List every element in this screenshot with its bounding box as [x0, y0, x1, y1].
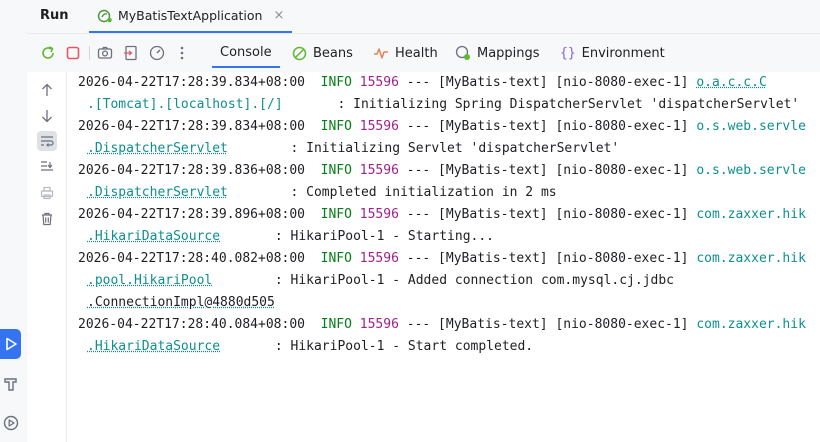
- tab-beans[interactable]: Beans: [284, 38, 361, 68]
- logger-link[interactable]: com.zaxxer.hik: [696, 251, 806, 266]
- logger-link[interactable]: com.zaxxer.hik: [696, 207, 806, 222]
- logger-link[interactable]: .DispatcherServlet: [87, 141, 228, 156]
- tab-health-label: Health: [395, 45, 438, 61]
- log-line-continuation: .[Tomcat].[localhost].[/] : Initializing…: [87, 97, 800, 112]
- camera-icon: [97, 46, 113, 59]
- build-tool-button[interactable]: [0, 369, 21, 399]
- scroll-end-icon: [41, 161, 53, 171]
- rerun-icon: [42, 46, 54, 59]
- tool-window-strip: [0, 0, 28, 442]
- log-line-continuation: .DispatcherServlet : Completed initializ…: [87, 185, 557, 200]
- tab-environment[interactable]: {} Environment: [552, 38, 673, 68]
- services-tool-button[interactable]: [0, 408, 21, 438]
- logger-link[interactable]: .HikariDataSource: [87, 229, 220, 244]
- logger-link[interactable]: com.zaxxer.hik: [696, 317, 806, 332]
- log-line: 2026-04-22T17:28:40.084+08:00 INFO 15596…: [78, 317, 806, 332]
- hammer-icon: [3, 378, 17, 391]
- class-link[interactable]: .ConnectionImpl@4880d505: [87, 295, 275, 310]
- exit-button[interactable]: [122, 44, 140, 62]
- arrow-up-icon: [42, 83, 52, 96]
- run-config-tab[interactable]: MyBatisTextApplication ×: [89, 0, 293, 33]
- more-options-button[interactable]: [173, 44, 191, 62]
- screenshot-button[interactable]: [96, 44, 114, 62]
- scroll-down-button[interactable]: [37, 106, 57, 126]
- arrow-down-icon: [42, 110, 52, 123]
- log-line-continuation: .ConnectionImpl@4880d505: [87, 292, 275, 314]
- beans-icon: [292, 46, 307, 60]
- print-icon: [40, 186, 54, 200]
- logger-link[interactable]: o.s.web.servle: [696, 119, 806, 134]
- log-line-continuation: .HikariDataSource : HikariPool-1 - Start…: [87, 339, 534, 354]
- tab-mappings-label: Mappings: [477, 45, 540, 61]
- soft-wrap-icon: [41, 136, 54, 147]
- log-line: 2026-04-22T17:28:39.834+08:00 INFO 15596…: [78, 75, 767, 90]
- log-line: 2026-04-22T17:28:39.836+08:00 INFO 15596…: [78, 163, 806, 178]
- tab-console-label: Console: [220, 44, 272, 60]
- tab-health[interactable]: Health: [365, 38, 446, 68]
- scroll-to-end-button[interactable]: [37, 157, 57, 177]
- stop-button[interactable]: [64, 44, 82, 62]
- tab-beans-label: Beans: [313, 45, 353, 61]
- health-icon: [374, 48, 388, 59]
- logger-link[interactable]: .pool.HikariPool: [87, 273, 212, 288]
- stop-icon: [66, 46, 80, 60]
- log-line: 2026-04-22T17:28:40.082+08:00 INFO 15596…: [78, 251, 806, 266]
- profiler-button[interactable]: [148, 44, 166, 62]
- close-tab-icon[interactable]: ×: [273, 8, 284, 23]
- log-line: 2026-04-22T17:28:39.896+08:00 INFO 15596…: [78, 207, 806, 222]
- run-header: Run MyBatisTextApplication ×: [27, 0, 820, 34]
- soft-wrap-button[interactable]: [37, 131, 57, 151]
- rerun-button[interactable]: [39, 44, 57, 62]
- services-icon: [3, 415, 18, 431]
- clear-all-button[interactable]: [37, 209, 57, 229]
- more-vertical-icon: [180, 46, 184, 60]
- run-title: Run: [40, 8, 69, 23]
- log-line-continuation: .pool.HikariPool : HikariPool-1 - Added …: [87, 273, 675, 288]
- console-output[interactable]: 2026-04-22T17:28:39.834+08:00 INFO 15596…: [67, 72, 820, 442]
- run-tab-label: MyBatisTextApplication: [118, 8, 263, 23]
- tab-environment-label: Environment: [581, 45, 665, 61]
- run-tool-button[interactable]: [0, 329, 21, 359]
- log-line-continuation: .DispatcherServlet : Initializing Servle…: [87, 141, 620, 156]
- gauge-icon: [149, 45, 165, 61]
- logger-link[interactable]: .[Tomcat].[localhost].[/]: [87, 97, 283, 112]
- exit-icon: [124, 45, 137, 61]
- tab-mappings[interactable]: Mappings: [447, 38, 548, 68]
- spring-boot-icon: [97, 9, 112, 22]
- logger-link[interactable]: o.s.web.servle: [696, 163, 806, 178]
- mappings-icon: [455, 45, 470, 60]
- logger-link[interactable]: .DispatcherServlet: [87, 185, 228, 200]
- tab-console[interactable]: Console: [212, 38, 280, 68]
- print-button[interactable]: [37, 183, 57, 203]
- log-line: 2026-04-22T17:28:39.834+08:00 INFO 15596…: [78, 119, 806, 134]
- trash-icon: [42, 212, 52, 226]
- run-icon: [5, 337, 17, 351]
- log-line-continuation: .HikariDataSource : HikariPool-1 - Start…: [87, 229, 494, 244]
- console-side-toolbar: [27, 72, 67, 442]
- scroll-up-button[interactable]: [37, 80, 57, 100]
- logger-link[interactable]: o.a.c.c.C: [696, 75, 766, 90]
- environment-icon: {}: [560, 45, 576, 61]
- logger-link[interactable]: .HikariDataSource: [87, 339, 220, 354]
- run-toolbar: Console Beans Health Mappings {} Environ…: [27, 34, 820, 72]
